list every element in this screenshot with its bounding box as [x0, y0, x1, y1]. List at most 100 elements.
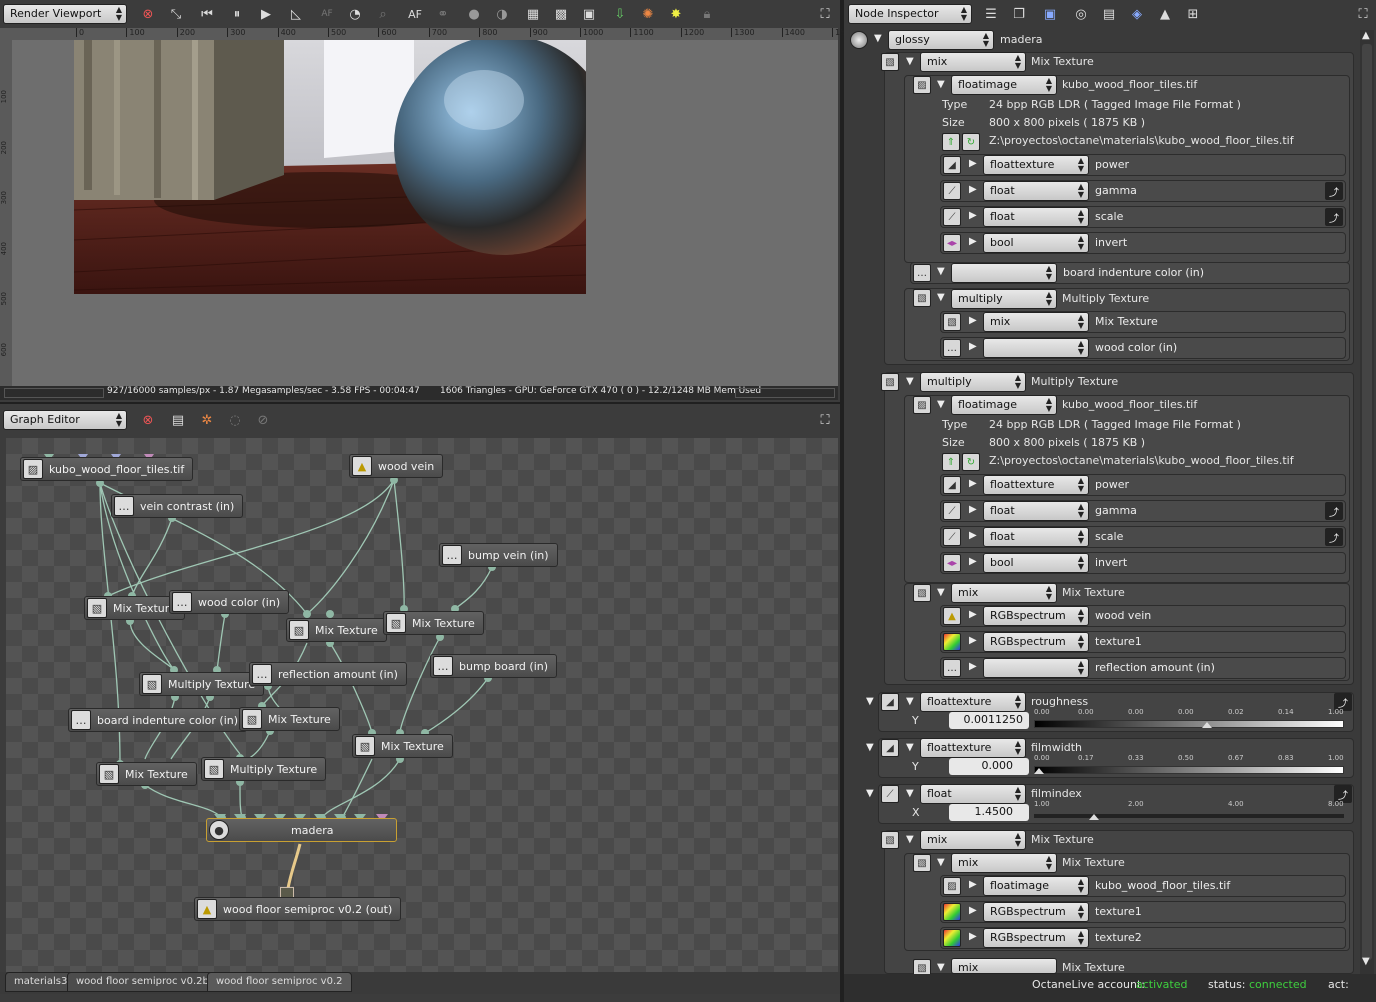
expand-icon[interactable]: ▶ [969, 341, 977, 352]
inspector-camera-icon[interactable]: ◎ [1070, 3, 1092, 25]
filmwidth-value[interactable]: 0.000 [949, 758, 1029, 775]
collapse-mix-icon[interactable]: ▼ [937, 587, 945, 598]
node-mix-6[interactable]: ▧ Mix Texture [96, 762, 197, 786]
node-vein-contrast[interactable]: … vein contrast (in) [111, 494, 244, 518]
img1-type-select[interactable]: floatimage ▲ ▼ [951, 75, 1057, 95]
node-board-indenture[interactable]: … board indenture color (in) [68, 708, 248, 732]
node-output[interactable]: ▲ wood floor semiproc v0.2 (out) [194, 897, 402, 921]
filmindex-slider[interactable]: 1.00 2.00 4.00 8.00 [1034, 800, 1344, 822]
node-madera[interactable]: ● madera [206, 818, 397, 842]
filmwidth-thumb[interactable] [1034, 768, 1044, 774]
autofocus-icon[interactable]: AF [404, 3, 426, 25]
collapse-root-icon[interactable]: ▼ [874, 33, 882, 44]
expand-icon[interactable]: ▶ [969, 504, 977, 515]
maximize-viewport-icon[interactable]: ⛶ [814, 3, 836, 25]
expand-icon[interactable]: ▶ [969, 609, 977, 620]
collapse-mix-icon[interactable]: ▼ [937, 857, 945, 868]
expand-icon[interactable]: ▶ [969, 905, 977, 916]
curve-icon[interactable]: ⤴ [1325, 502, 1343, 520]
wood-vein-type-select[interactable]: RGBspectrum ▲ ▼ [983, 606, 1089, 626]
scroll-up-icon[interactable]: ▲ [1362, 30, 1370, 41]
padlock-icon[interactable]: 🔒︎ [696, 3, 718, 25]
collapse-icon[interactable]: ▼ [906, 696, 914, 707]
checker-icon[interactable]: ▩ [550, 3, 572, 25]
collapse-multiply-icon[interactable]: ▼ [906, 376, 914, 387]
g3mix-type-select[interactable]: mix ▲ ▼ [951, 853, 1057, 873]
board-indent-type-select[interactable]: ▲ ▼ [951, 263, 1057, 283]
g2mix-type-select[interactable]: mix ▲ ▼ [951, 583, 1057, 603]
inspector-image-icon[interactable]: ▣ [1039, 3, 1061, 25]
node-bump-vein[interactable]: … bump vein (in) [439, 543, 558, 567]
invert-type-select[interactable]: bool ▲ ▼ [983, 233, 1089, 253]
play-icon[interactable]: ▶ [255, 3, 277, 25]
node-wood-color[interactable]: … wood color (in) [169, 590, 290, 614]
collapse-mix-icon[interactable]: ▼ [906, 834, 914, 845]
collapse-filmindex-icon[interactable]: ▼ [866, 788, 874, 799]
collapse-icon[interactable]: ▼ [906, 742, 914, 753]
roughness-type-select[interactable]: floattexture ▲ ▼ [920, 692, 1026, 712]
mult1-mix-type-select[interactable]: mix ▲ ▼ [983, 312, 1089, 332]
viewport-select[interactable]: Render Viewport ▲ ▼ [3, 4, 127, 24]
expand-icon[interactable]: ▶ [969, 184, 977, 195]
inspector-select[interactable]: Node Inspector ▲ ▼ [848, 4, 972, 24]
scale2-type-select[interactable]: float ▲ ▼ [983, 527, 1089, 547]
save-render-icon[interactable]: ⇩ [609, 3, 631, 25]
color-picker-icon[interactable]: ✺ [637, 3, 659, 25]
node-multiply-1[interactable]: ▧ Multiply Texture [139, 672, 265, 696]
expand-icon[interactable]: ▶ [969, 236, 977, 247]
collapse-image-icon[interactable]: ▼ [937, 79, 945, 90]
sphere-alt-icon[interactable]: ◑ [491, 3, 513, 25]
sun-icon[interactable]: ✸ [665, 3, 687, 25]
curve-icon[interactable]: ⤴ [1325, 528, 1343, 546]
inspector-scrollbar[interactable]: ▲ ▼ [1360, 30, 1374, 974]
collapse-icon[interactable]: ▼ [906, 788, 914, 799]
expand-icon[interactable]: ▶ [969, 556, 977, 567]
node-kubo-image[interactable]: ▨ kubo_wood_floor_tiles.tif [20, 457, 194, 481]
inspector-film-icon[interactable]: ▤ [1098, 3, 1120, 25]
root-type-select[interactable]: glossy ▲ ▼ [888, 30, 994, 50]
restart-icon[interactable]: ⏮ [196, 3, 218, 25]
inspector-copy-icon[interactable]: ❐ [1008, 3, 1030, 25]
node-mix-2[interactable]: ▧ Mix Texture [286, 618, 387, 642]
curve-icon[interactable]: ⤴ [1325, 182, 1343, 200]
inspector-kernel-icon[interactable]: ◈ [1126, 3, 1148, 25]
collapse-image-icon[interactable]: ▼ [937, 399, 945, 410]
node-mix-4[interactable]: ▧ Mix Texture [239, 707, 340, 731]
expand-icon[interactable]: ▶ [969, 879, 977, 890]
material-picker-icon[interactable]: ⌕ [372, 3, 394, 25]
reload-file-icon[interactable]: ↻ [962, 453, 980, 471]
load-file-icon[interactable]: ⇑ [942, 133, 960, 151]
gamma-type-select[interactable]: float ▲ ▼ [983, 181, 1089, 201]
g3tex1-type-select[interactable]: RGBspectrum ▲ ▼ [983, 902, 1089, 922]
roughness-slider[interactable]: 0.00 0.00 0.00 0.00 0.02 0.14 1.00 [1034, 708, 1344, 730]
g3tex2-type-select[interactable]: RGBspectrum ▲ ▼ [983, 928, 1089, 948]
wood-color-type-select[interactable]: ▲ ▼ [983, 338, 1089, 358]
curve-icon[interactable]: ⤴ [1325, 208, 1343, 226]
collapse-multiply-icon[interactable]: ▼ [937, 292, 945, 303]
expand-icon[interactable]: ▶ [969, 478, 977, 489]
node-multiply-2[interactable]: ▧ Multiply Texture [201, 757, 327, 781]
filmwidth-type-select[interactable]: floattexture ▲ ▼ [920, 738, 1026, 758]
node-reflection-amount[interactable]: … reflection amount (in) [249, 662, 407, 686]
filmindex-type-select[interactable]: float ▲ ▼ [920, 784, 1026, 804]
expand-icon[interactable]: ▶ [969, 931, 977, 942]
g3-type-select[interactable]: mix ▲ ▼ [920, 830, 1026, 850]
tab-materials3[interactable]: materials3 [5, 972, 77, 992]
tab-wood-floor-v02[interactable]: wood floor semiproc v0.2 [207, 972, 352, 992]
measure-icon[interactable]: ◺ [285, 3, 307, 25]
power2-type-select[interactable]: floattexture ▲ ▼ [983, 475, 1089, 495]
img2-type-select[interactable]: floatimage ▲ ▼ [951, 395, 1057, 415]
focus-region-icon[interactable]: ▣ [578, 3, 600, 25]
scroll-thumb[interactable] [1362, 44, 1372, 960]
region-icon[interactable]: ▦ [522, 3, 544, 25]
expand-icon[interactable]: ▶ [969, 661, 977, 672]
node-mix-5[interactable]: ▧ Mix Texture [352, 734, 453, 758]
node-mix-3[interactable]: ▧ Mix Texture [383, 611, 484, 635]
white-balance-icon[interactable]: ◔ [344, 3, 366, 25]
expand-icon[interactable]: ▶ [969, 158, 977, 169]
maximize-inspector-icon[interactable]: ⛶ [1352, 3, 1374, 25]
collapse-roughness-icon[interactable]: ▼ [866, 696, 874, 707]
power-type-select[interactable]: floattexture ▲ ▼ [983, 155, 1089, 175]
expand-icon[interactable]: ▶ [969, 315, 977, 326]
tab-wood-floor-v02b[interactable]: wood floor semiproc v0.2b [67, 972, 218, 992]
